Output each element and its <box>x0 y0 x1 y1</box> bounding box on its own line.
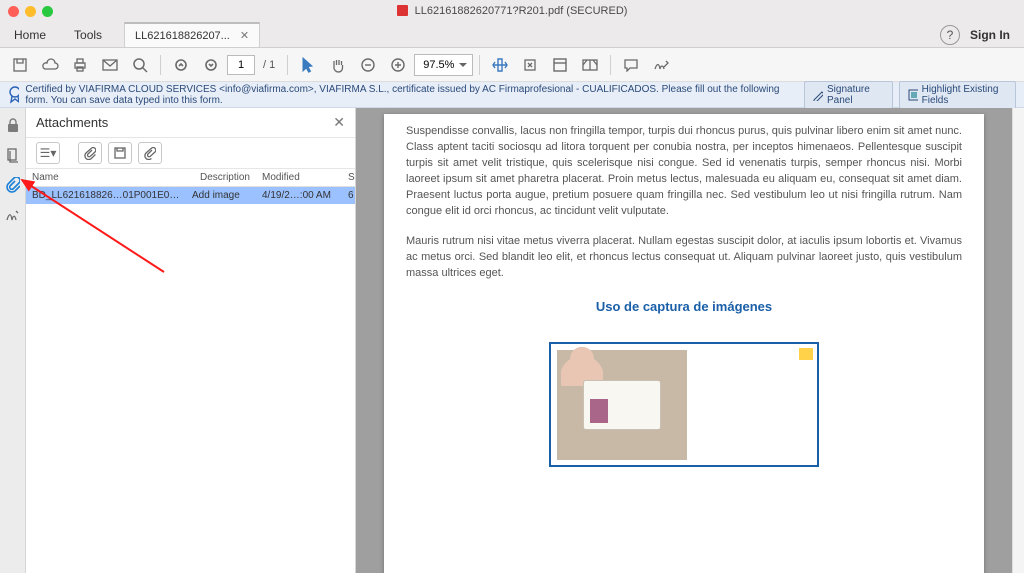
zoom-select[interactable]: 97.5% <box>414 54 473 76</box>
window-titlebar: LL62161882620771?R201.pdf (SECURED) <box>0 0 1024 22</box>
save-attachment-icon[interactable] <box>108 142 132 164</box>
zoom-in-icon[interactable] <box>384 52 412 78</box>
nav-rail <box>0 108 26 573</box>
zoom-window-icon[interactable] <box>42 6 53 17</box>
vertical-scrollbar[interactable] <box>1012 108 1024 573</box>
sticky-note-icon[interactable] <box>799 348 813 360</box>
signatures-icon[interactable] <box>4 206 22 224</box>
attachments-icon[interactable] <box>4 176 22 194</box>
read-mode-icon[interactable] <box>576 52 604 78</box>
pdf-file-icon <box>397 5 408 16</box>
tools-button[interactable]: Tools <box>60 22 116 47</box>
attachments-header: Name Description Modified S <box>26 169 355 187</box>
window-title: LL62161882620771?R201.pdf (SECURED) <box>415 5 628 17</box>
page-total: / 1 <box>263 59 275 71</box>
fullscreen-icon[interactable] <box>546 52 574 78</box>
captured-image <box>557 350 687 460</box>
attachment-modified: 4/19/2…:00 AM <box>256 187 342 204</box>
ribbon-icon <box>8 86 19 104</box>
sign-in-button[interactable]: Sign In <box>970 22 1010 47</box>
fit-width-icon[interactable] <box>486 52 514 78</box>
comment-icon[interactable] <box>617 52 645 78</box>
attachment-size: 6 <box>342 187 355 204</box>
close-panel-icon[interactable]: ✕ <box>333 114 345 131</box>
add-attachment-icon[interactable] <box>138 142 162 164</box>
document-tab[interactable]: LL621618826207... ✕ <box>124 22 260 47</box>
fit-page-icon[interactable] <box>516 52 544 78</box>
pan-tool-icon[interactable] <box>324 52 352 78</box>
mail-icon[interactable] <box>96 52 124 78</box>
pdf-page: Suspendisse convallis, lacus non fringil… <box>384 114 984 573</box>
home-button[interactable]: Home <box>0 22 60 47</box>
main-toolbar: / 1 97.5% <box>0 48 1024 82</box>
close-window-icon[interactable] <box>8 6 19 17</box>
app-menu: Home Tools LL621618826207... ✕ ? Sign In <box>0 22 1024 48</box>
pages-icon[interactable] <box>4 146 22 164</box>
search-icon[interactable] <box>126 52 154 78</box>
print-icon[interactable] <box>66 52 94 78</box>
panel-title: Attachments <box>36 115 108 130</box>
document-viewport[interactable]: Suspendisse convallis, lacus non fringil… <box>356 108 1012 573</box>
sign-icon[interactable] <box>647 52 675 78</box>
tab-label: LL621618826207... <box>135 30 230 42</box>
cloud-icon[interactable] <box>36 52 64 78</box>
attachment-name: BD_LL621618826…01P001E001.xml <box>26 187 186 204</box>
paragraph: Suspendisse convallis, lacus non fringil… <box>406 124 962 220</box>
save-icon[interactable] <box>6 52 34 78</box>
help-icon[interactable]: ? <box>940 25 960 45</box>
paragraph: Mauris rutrum nisi vitae metus viverra p… <box>406 234 962 282</box>
page-number-input[interactable] <box>227 55 255 75</box>
options-icon[interactable]: ☰▾ <box>36 142 60 164</box>
select-tool-icon[interactable] <box>294 52 322 78</box>
traffic-lights[interactable] <box>8 6 53 17</box>
page-up-icon[interactable] <box>167 52 195 78</box>
certification-bar: Certified by VIAFIRMA CLOUD SERVICES <in… <box>0 82 1024 108</box>
attachments-panel: Attachments ✕ ☰▾ Name Description Modifi… <box>26 108 356 573</box>
section-heading: Uso de captura de imágenes <box>406 299 962 314</box>
signature-panel-button[interactable]: Signature Panel <box>804 81 893 109</box>
highlight-fields-button[interactable]: Highlight Existing Fields <box>899 81 1016 109</box>
highlight-icon <box>908 89 918 101</box>
zoom-out-icon[interactable] <box>354 52 382 78</box>
attachment-desc: Add image <box>186 187 256 204</box>
image-capture-field[interactable] <box>549 342 819 467</box>
attachment-row[interactable]: BD_LL621618826…01P001E001.xml Add image … <box>26 187 355 204</box>
cert-text: Certified by VIAFIRMA CLOUD SERVICES <in… <box>25 84 798 106</box>
open-attachment-icon[interactable] <box>78 142 102 164</box>
pen-icon <box>813 89 823 101</box>
page-down-icon[interactable] <box>197 52 225 78</box>
lock-icon[interactable] <box>4 116 22 134</box>
close-tab-icon[interactable]: ✕ <box>240 29 249 42</box>
minimize-window-icon[interactable] <box>25 6 36 17</box>
